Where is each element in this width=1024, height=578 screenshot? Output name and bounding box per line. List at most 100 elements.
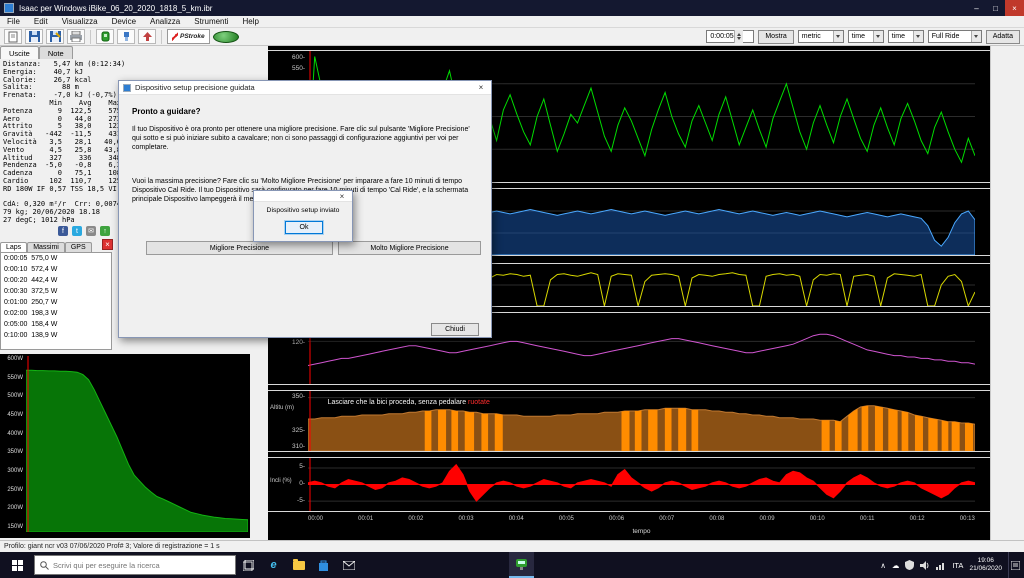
menu-item[interactable]: Visualizza: [55, 16, 105, 28]
lap-row[interactable]: 0:00:30 372,5 W: [1, 286, 111, 297]
lap-row[interactable]: 0:05:00 158,4 W: [1, 319, 111, 330]
language-indicator[interactable]: ITA: [952, 561, 963, 570]
menu-item[interactable]: File: [0, 16, 27, 28]
menu-item[interactable]: Help: [236, 16, 266, 28]
ok-button[interactable]: Ok: [285, 221, 323, 234]
spin-down-icon: [737, 37, 741, 40]
share-icons: f t ✉ ↑: [58, 226, 110, 236]
start-button[interactable]: [0, 552, 34, 578]
notification-center-icon[interactable]: [1008, 552, 1022, 578]
time-tick-label: 00:05: [559, 516, 574, 522]
time-tick-label: 00:03: [459, 516, 474, 522]
lap-row[interactable]: 0:00:20 442,4 W: [1, 275, 111, 286]
xaxis-dropdown[interactable]: time: [848, 30, 884, 43]
mail-icon[interactable]: [336, 552, 361, 578]
upload-icon[interactable]: ↑: [100, 226, 110, 236]
search-icon: [40, 561, 49, 570]
time-tick-label: 00:02: [408, 516, 423, 522]
dialog-close-icon[interactable]: ×: [332, 189, 352, 203]
file-explorer-icon[interactable]: [286, 552, 311, 578]
minimize-button[interactable]: –: [967, 0, 986, 16]
store-icon[interactable]: [311, 552, 336, 578]
altitude-y-axis: Altitu (m) 350- 325- 310-: [268, 391, 308, 451]
dialog-close-icon[interactable]: ×: [471, 81, 491, 95]
menu-item[interactable]: Device: [105, 16, 143, 28]
menu-item[interactable]: Analizza: [143, 16, 187, 28]
taskbar-search[interactable]: [34, 555, 236, 575]
search-input[interactable]: [53, 561, 223, 570]
usb-icon: [121, 31, 132, 42]
mmp-chart-panel: 600W550W500W450W400W350W300W250W200W150W: [0, 354, 250, 538]
spinner-arrows[interactable]: [734, 30, 743, 43]
isaac-app-icon[interactable]: [509, 552, 534, 578]
adatta-button[interactable]: Adatta: [986, 30, 1020, 44]
tab-massimi[interactable]: Massimi: [27, 242, 65, 252]
open-file-button[interactable]: [4, 29, 22, 44]
xaxis2-dropdown[interactable]: time: [888, 30, 924, 43]
usb-download-button[interactable]: [117, 29, 135, 44]
time-tick-label: 00:06: [609, 516, 624, 522]
task-view-icon[interactable]: [236, 552, 261, 578]
migliore-precisione-button[interactable]: Migliore Precisione: [146, 241, 333, 255]
dialog-titlebar: ×: [254, 191, 352, 202]
close-laps-icon[interactable]: ×: [102, 239, 113, 250]
tray-expand-icon[interactable]: ∧: [880, 561, 886, 570]
axis-tick-label: 450W: [7, 412, 23, 418]
menubar: FileEditVisualizzaDeviceAnalizzaStrument…: [0, 16, 1024, 28]
time-tick-label: 00:11: [860, 516, 875, 522]
axis-tick-label: 350-: [292, 393, 305, 400]
tab-laps[interactable]: Laps: [0, 242, 27, 252]
time-tick-label: 00:07: [659, 516, 674, 522]
slope-chart[interactable]: [308, 458, 975, 511]
upload-icon: [142, 31, 153, 42]
close-button[interactable]: ×: [1005, 0, 1024, 16]
units-dropdown[interactable]: metric: [798, 30, 844, 43]
chiudi-button[interactable]: Chiudi: [431, 323, 479, 336]
windows-taskbar: e ∧ ☁ ITA 19:06 21/06/2020: [0, 552, 1024, 578]
twitter-icon[interactable]: t: [72, 226, 82, 236]
save-as-button[interactable]: [46, 29, 64, 44]
upload-button[interactable]: [138, 29, 156, 44]
onedrive-icon[interactable]: ☁: [892, 561, 900, 570]
menu-item[interactable]: Edit: [27, 16, 55, 28]
range-dropdown[interactable]: Full Ride: [928, 30, 982, 43]
dialog-title: Dispositivo setup precisione guidata: [135, 83, 255, 92]
edge-icon[interactable]: e: [261, 552, 286, 578]
device-button[interactable]: [96, 29, 114, 44]
ibike-logo[interactable]: [213, 31, 239, 43]
pstroke-button[interactable]: PStroke: [167, 29, 210, 44]
time-spinner[interactable]: 0:00:05: [706, 30, 754, 43]
email-icon[interactable]: ✉: [86, 226, 96, 236]
mmp-chart[interactable]: [26, 356, 248, 532]
lap-row[interactable]: 0:01:00 250,7 W: [1, 297, 111, 308]
dialog-icon: [123, 84, 131, 92]
setup-sent-dialog: × Dispositivo setup inviato Ok: [253, 190, 353, 242]
axis-tick-label: 600- 550-: [292, 52, 305, 74]
facebook-icon[interactable]: f: [58, 226, 68, 236]
molto-migliore-precisione-button[interactable]: Molto Migliore Precisione: [338, 241, 481, 255]
window-titlebar: Isaac per Windows iBike_06_20_2020_1818_…: [0, 0, 1024, 16]
volume-icon[interactable]: [920, 561, 930, 570]
taskbar-clock[interactable]: 19:06 21/06/2020: [969, 557, 1002, 573]
axis-label: Altitu (m): [270, 405, 294, 411]
save-icon: [29, 31, 40, 42]
tab-gps[interactable]: GPS: [65, 242, 92, 252]
mostra-button[interactable]: Mostra: [758, 30, 793, 44]
menu-item[interactable]: Strumenti: [187, 16, 235, 28]
tab-uscite[interactable]: Uscite: [0, 46, 39, 59]
maximize-button[interactable]: □: [986, 0, 1005, 16]
lap-row[interactable]: 0:00:05 575,0 W: [1, 253, 111, 264]
shield-icon[interactable]: [905, 560, 914, 570]
slope-y-axis: Incli (%) 5- 0- -5-: [268, 458, 308, 511]
tab-note[interactable]: Note: [39, 46, 73, 59]
lap-row[interactable]: 0:02:00 198,3 W: [1, 308, 111, 319]
spin-up-icon: [737, 33, 741, 36]
axis-label: Incli (%): [270, 478, 292, 484]
save-button[interactable]: [25, 29, 43, 44]
lap-row[interactable]: 0:10:00 138,9 W: [1, 330, 111, 341]
chevron-down-icon: [833, 31, 843, 42]
print-button[interactable]: [67, 29, 85, 44]
network-icon[interactable]: [936, 561, 946, 570]
lap-row[interactable]: 0:00:10 572,4 W: [1, 264, 111, 275]
chevron-down-icon: [971, 31, 981, 42]
